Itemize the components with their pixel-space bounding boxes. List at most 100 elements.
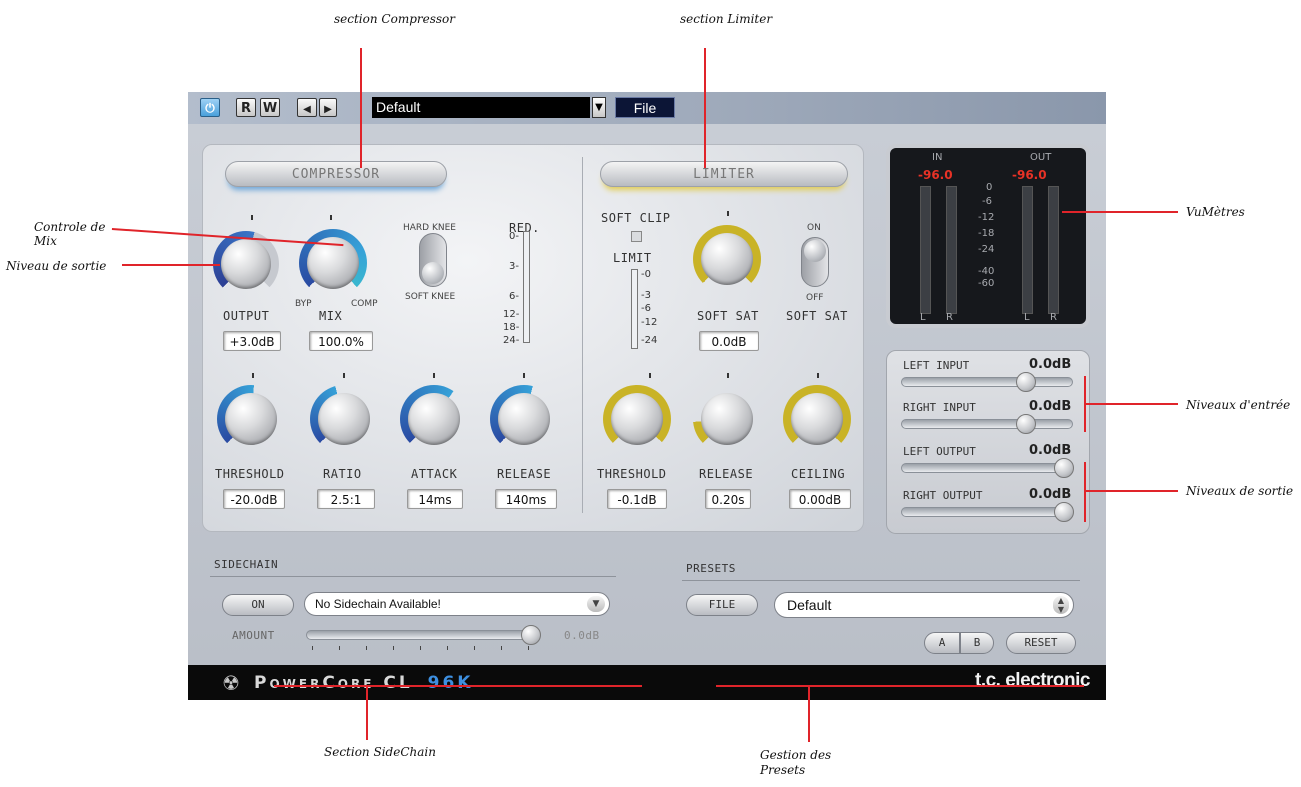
presets-select-value: Default <box>787 597 832 613</box>
next-preset-button[interactable]: ▶ <box>319 98 337 117</box>
knee-switch[interactable] <box>419 233 447 287</box>
annotation-section-sidechain: Section SideChain <box>324 745 436 759</box>
ceiling-knob[interactable] <box>783 385 851 453</box>
sidechain-select[interactable]: No Sidechain Available! ▼ <box>304 592 610 616</box>
read-automation-button[interactable]: R <box>236 98 256 117</box>
limit-scale-3: -3 <box>641 290 651 301</box>
compressor-section-button[interactable]: COMPRESSOR <box>225 161 447 187</box>
preset-a-button[interactable]: A <box>924 632 960 654</box>
comp-attack-value[interactable]: 14ms <box>407 489 463 509</box>
slider-thumb[interactable] <box>1054 502 1074 522</box>
comp-attack-knob[interactable] <box>400 385 468 453</box>
left-input-value: 0.0dB <box>1029 357 1072 372</box>
soft-sat-switch-thumb <box>804 240 826 262</box>
lim-release-label: RELEASE <box>699 467 754 481</box>
sidechain-amount-ticks <box>312 646 532 650</box>
sidechain-select-value: No Sidechain Available! <box>315 597 441 611</box>
lim-release-knob[interactable] <box>693 385 761 453</box>
vu-scale-60: -60 <box>978 278 995 289</box>
arrow-right-icon: ▶ <box>324 104 332 115</box>
left-output-label: LEFT OUTPUT <box>903 445 976 458</box>
mix-knob-tick <box>330 215 332 220</box>
annotation-controle-mix: Controle de Mix <box>34 220 105 248</box>
sidechain-amount-slider[interactable] <box>306 625 541 645</box>
presets-select[interactable]: Default ▲ ▼ <box>774 592 1074 618</box>
mix-bypass-label: BYP <box>295 299 312 309</box>
vu-out-right-bar <box>1048 186 1059 314</box>
soft-sat-knob[interactable] <box>693 225 761 293</box>
brand-left-name: PowerCore CL <box>254 673 413 693</box>
annot-line-sidechain-v <box>366 686 368 740</box>
ceiling-label: CEILING <box>791 467 846 481</box>
chevron-down-icon: ▼ <box>587 596 605 612</box>
limit-meter <box>631 269 638 349</box>
power-button[interactable]: ⏻ <box>200 98 220 117</box>
mix-comp-label: COMP <box>351 299 378 309</box>
comp-threshold-knob[interactable] <box>217 385 285 453</box>
left-input-slider[interactable] <box>901 372 1073 392</box>
red-scale-18: 18- <box>503 322 520 333</box>
output-knob-cap <box>221 239 271 289</box>
left-output-slider[interactable] <box>901 458 1074 478</box>
output-value[interactable]: +3.0dB <box>223 331 281 351</box>
sidechain-on-button[interactable]: ON <box>222 594 294 616</box>
right-input-value: 0.0dB <box>1029 399 1072 414</box>
annot-line-compressor <box>360 48 362 168</box>
right-output-value: 0.0dB <box>1029 487 1072 502</box>
soft-sat-switch[interactable] <box>801 237 829 287</box>
soft-knee-label: SOFT KNEE <box>405 292 456 302</box>
slider-thumb[interactable] <box>521 625 541 645</box>
sidechain-title: SIDECHAIN <box>214 558 279 571</box>
main-panel: COMPRESSOR LIMITER OUTPUT +3.0dB BYP MIX… <box>202 144 864 532</box>
comp-ratio-value[interactable]: 2.5:1 <box>317 489 375 509</box>
vu-scale-18: -18 <box>978 228 995 239</box>
red-scale-12: 12- <box>503 309 520 320</box>
comp-ratio-knob[interactable] <box>310 385 378 453</box>
preset-b-button[interactable]: B <box>960 632 994 654</box>
limit-scale-24: -24 <box>641 335 658 346</box>
slider-thumb[interactable] <box>1016 372 1036 392</box>
soft-sat-switch-label: SOFT SAT <box>786 309 848 323</box>
comp-attack-knob-cap <box>408 393 460 445</box>
file-menu-button[interactable]: File <box>615 97 675 118</box>
logo-icon: ☢ <box>222 671 240 695</box>
mix-knob[interactable] <box>299 229 367 297</box>
annotation-gestion-presets: Gestion des Presets <box>760 748 831 778</box>
lim-threshold-knob-cap <box>611 393 663 445</box>
red-scale-0: 0- <box>509 231 519 242</box>
preset-reset-button[interactable]: RESET <box>1006 632 1076 654</box>
comp-threshold-value[interactable]: -20.0dB <box>223 489 285 509</box>
presets-file-button[interactable]: FILE <box>686 594 758 616</box>
slider-thumb[interactable] <box>1016 414 1036 434</box>
lim-threshold-value[interactable]: -0.1dB <box>607 489 667 509</box>
write-automation-button[interactable]: W <box>260 98 280 117</box>
prev-preset-button[interactable]: ◀ <box>297 98 317 117</box>
section-divider <box>582 157 583 513</box>
lim-release-knob-tick <box>727 373 729 378</box>
soft-sat-knob-label: SOFT SAT <box>697 309 759 323</box>
slider-thumb[interactable] <box>1054 458 1074 478</box>
lim-threshold-knob[interactable] <box>603 385 671 453</box>
lim-release-value[interactable]: 0.20s <box>705 489 751 509</box>
comp-release-value[interactable]: 140ms <box>495 489 557 509</box>
preset-dropdown-button[interactable]: ▼ <box>592 97 606 118</box>
limiter-section-button[interactable]: LIMITER <box>600 161 848 187</box>
right-input-slider[interactable] <box>901 414 1073 434</box>
preset-select[interactable]: Default <box>372 97 590 118</box>
limit-scale-0: -0 <box>641 269 651 280</box>
io-levels-panel: LEFT INPUT 0.0dB RIGHT INPUT 0.0dB LEFT … <box>886 350 1090 534</box>
vu-out-r-label: R <box>1050 312 1057 323</box>
comp-release-knob[interactable] <box>490 385 558 453</box>
soft-clip-label: SOFT CLIP <box>601 211 671 225</box>
soft-clip-led[interactable] <box>631 231 642 242</box>
vu-meters: IN OUT -96.0 -96.0 0 -6 -12 -18 -24 -40 … <box>886 144 1090 328</box>
annot-line-sidechain-h <box>274 685 642 687</box>
output-knob-tick <box>251 215 253 220</box>
ceiling-value[interactable]: 0.00dB <box>789 489 851 509</box>
vu-in-l-label: L <box>920 312 926 323</box>
right-output-slider[interactable] <box>901 502 1074 522</box>
attack-knob-tick <box>433 373 435 378</box>
soft-sat-value[interactable]: 0.0dB <box>699 331 759 351</box>
red-scale-24: 24- <box>503 335 520 346</box>
mix-value[interactable]: 100.0% <box>309 331 373 351</box>
